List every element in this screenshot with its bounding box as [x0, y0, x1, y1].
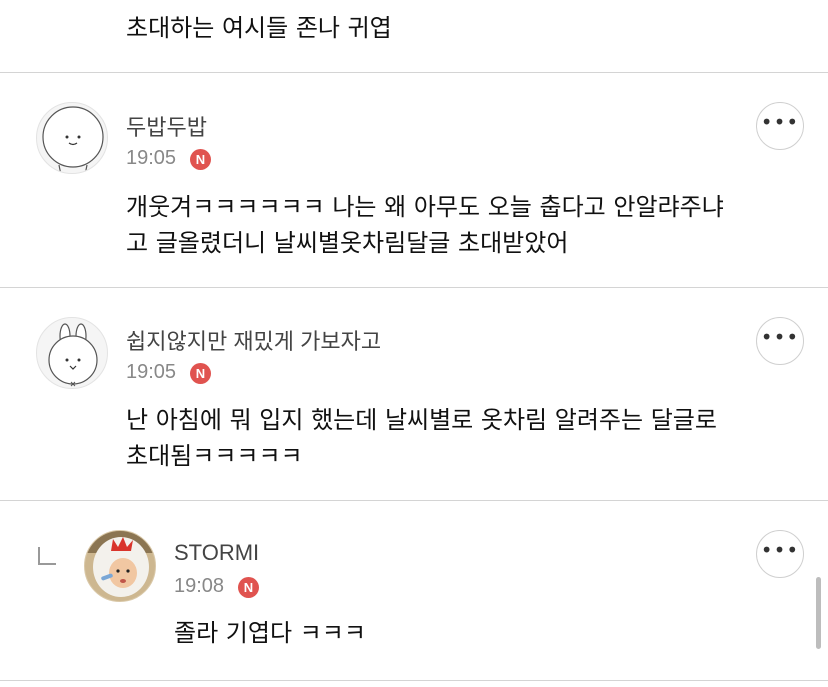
child-photo-avatar[interactable] [84, 530, 156, 602]
more-options-button[interactable]: ••• [756, 530, 804, 578]
comment-divider [0, 287, 828, 288]
new-badge: N [238, 577, 259, 598]
comment-body-text: 초대하는 여시들 존나 귀엽 [126, 14, 392, 42]
comment-time: 19:05 [126, 147, 177, 169]
comment-author[interactable]: 두밥두밥 [126, 110, 207, 142]
comment-author[interactable]: STORMI [174, 540, 259, 566]
comment-time: 19:05 [126, 361, 177, 383]
new-badge: N [190, 363, 211, 384]
comment-divider [0, 680, 828, 681]
more-options-button[interactable]: ••• [756, 317, 804, 365]
comment-author[interactable]: 쉽지않지만 재밌게 가보자고 [126, 324, 381, 356]
comment-divider [0, 72, 828, 73]
comment-divider [0, 500, 828, 501]
rabbit-character-icon[interactable] [36, 317, 108, 389]
reply-arrow-icon [38, 547, 56, 565]
comment-body-line: 개웃겨ㅋㅋㅋㅋㅋㅋ 나는 왜 아무도 오늘 춥다고 안알랴주냐 [126, 193, 724, 221]
comment-body-line: 고 글올렸더니 날씨별옷차림달글 초대받았어 [126, 229, 569, 257]
scrollbar-thumb[interactable] [816, 577, 821, 649]
more-options-label: ••• [760, 538, 800, 562]
more-options-label: ••• [760, 325, 800, 349]
comment-time: 19:08 [174, 575, 225, 597]
more-options-label: ••• [760, 110, 800, 134]
bear-character-icon[interactable] [36, 102, 108, 174]
comment-body-line: 난 아침에 뭐 입지 했는데 날씨별로 옷차림 알려주는 달글로 [126, 406, 717, 434]
comment-body-line: 초대됨ㅋㅋㅋㅋㅋ [126, 442, 303, 470]
comment-body-line: 졸라 기엽다 ㅋㅋㅋ [174, 619, 366, 647]
more-options-button[interactable]: ••• [756, 102, 804, 150]
new-badge: N [190, 149, 211, 170]
